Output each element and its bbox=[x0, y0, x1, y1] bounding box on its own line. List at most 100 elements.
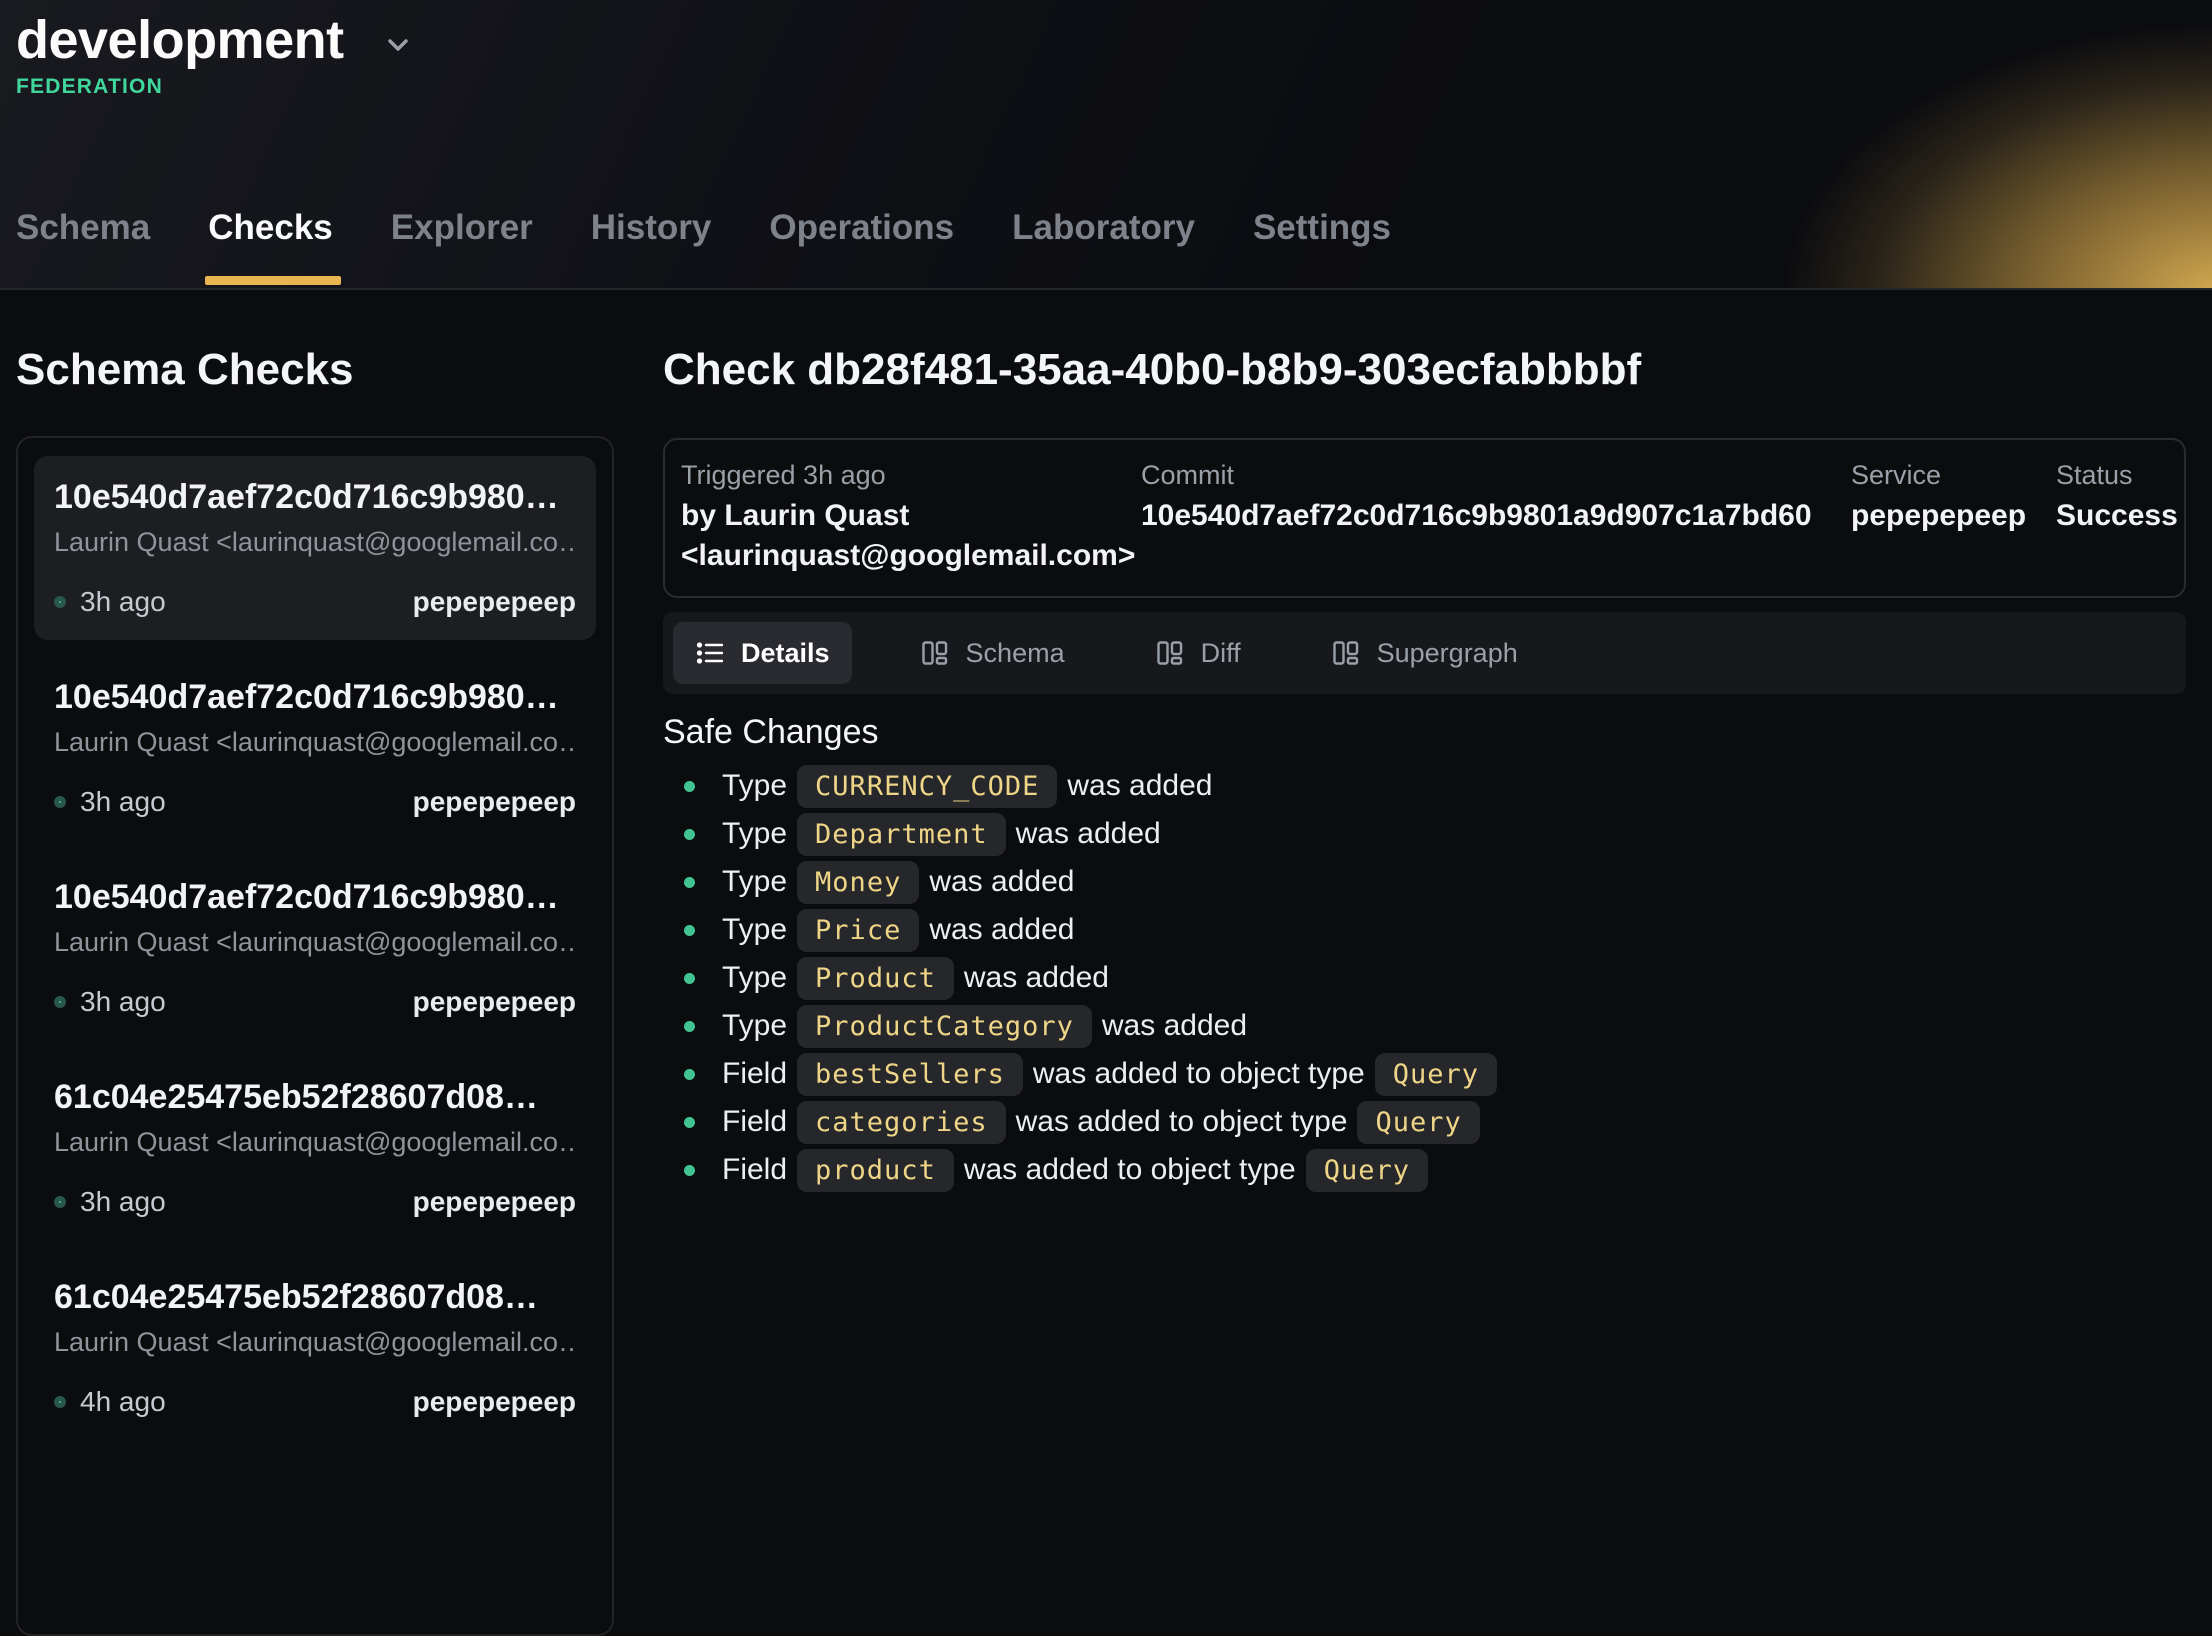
change-target-badge: Query bbox=[1375, 1053, 1497, 1096]
check-meta: 3h ago pepepepeep bbox=[54, 986, 576, 1018]
change-row: Field product was added to object type Q… bbox=[663, 1146, 2186, 1194]
change-kind: Field bbox=[722, 1057, 787, 1091]
tab-settings[interactable]: Settings bbox=[1253, 208, 1391, 288]
bullet-icon bbox=[684, 1021, 695, 1032]
change-action: was added to object type bbox=[1016, 1105, 1348, 1139]
tab-laboratory[interactable]: Laboratory bbox=[1012, 208, 1195, 288]
list-icon bbox=[695, 638, 725, 668]
subtab-details[interactable]: Details bbox=[673, 622, 852, 684]
bullet-icon bbox=[684, 1117, 695, 1128]
check-list-item[interactable]: 61c04e25475eb52f28607d08… Laurin Quast <… bbox=[34, 1256, 596, 1440]
status-dot-icon bbox=[54, 596, 66, 608]
chevron-down-icon bbox=[382, 29, 414, 61]
change-action: was added bbox=[929, 913, 1074, 947]
columns-icon bbox=[1331, 638, 1361, 668]
bullet-icon bbox=[684, 1069, 695, 1080]
change-row: Type ProductCategory was added bbox=[663, 1002, 2186, 1050]
change-kind: Type bbox=[722, 913, 787, 947]
check-service: pepepepeep bbox=[413, 986, 576, 1018]
check-service: pepepepeep bbox=[413, 1386, 576, 1418]
change-row: Type Department was added bbox=[663, 810, 2186, 858]
bullet-icon bbox=[684, 829, 695, 840]
project-type-badge: FEDERATION bbox=[16, 75, 2212, 99]
change-row: Type CURRENCY_CODE was added bbox=[663, 762, 2186, 810]
checks-list: 10e540d7aef72c0d716c9b980… Laurin Quast … bbox=[16, 436, 614, 1636]
subtab-supergraph[interactable]: Supergraph bbox=[1309, 622, 1540, 684]
check-author: Laurin Quast <laurinquast@googlemail.co… bbox=[54, 1127, 576, 1158]
columns-icon bbox=[920, 638, 950, 668]
tab-explorer[interactable]: Explorer bbox=[391, 208, 533, 288]
meta-service-value: pepepepeep bbox=[1851, 496, 2056, 536]
change-action: was added bbox=[1067, 769, 1212, 803]
subtab-label: Supergraph bbox=[1377, 638, 1518, 669]
change-name-badge: Price bbox=[797, 909, 919, 952]
check-view-tabs: Details Schema Diff Supergraph bbox=[663, 612, 2186, 694]
bullet-icon bbox=[684, 1165, 695, 1176]
check-author: Laurin Quast <laurinquast@googlemail.co… bbox=[54, 727, 576, 758]
tab-schema[interactable]: Schema bbox=[16, 208, 150, 288]
change-row: Type Price was added bbox=[663, 906, 2186, 954]
change-action: was added bbox=[1102, 1009, 1247, 1043]
change-name-badge: Money bbox=[797, 861, 919, 904]
subtab-label: Details bbox=[741, 638, 830, 669]
status-dot-icon bbox=[54, 1396, 66, 1408]
check-author: Laurin Quast <laurinquast@googlemail.co… bbox=[54, 527, 576, 558]
change-name-badge: ProductCategory bbox=[797, 1005, 1092, 1048]
meta-triggered-label: Triggered 3h ago bbox=[681, 458, 1141, 492]
meta-service-label: Service bbox=[1851, 458, 2056, 492]
project-name: development bbox=[16, 8, 344, 73]
change-name-badge: categories bbox=[797, 1101, 1006, 1144]
check-id: 10e540d7aef72c0d716c9b980… bbox=[54, 478, 576, 517]
subtab-label: Diff bbox=[1201, 638, 1241, 669]
check-meta: 3h ago pepepepeep bbox=[54, 586, 576, 618]
check-service: pepepepeep bbox=[413, 586, 576, 618]
changes-list: Type CURRENCY_CODE was added Type Depart… bbox=[663, 762, 2186, 1194]
subtab-schema[interactable]: Schema bbox=[898, 622, 1087, 684]
change-action: was added bbox=[929, 865, 1074, 899]
tab-operations[interactable]: Operations bbox=[769, 208, 954, 288]
change-kind: Field bbox=[722, 1105, 787, 1139]
project-selector[interactable]: development bbox=[0, 0, 414, 73]
section-title: Safe Changes bbox=[663, 712, 2186, 752]
tab-history[interactable]: History bbox=[591, 208, 712, 288]
status-dot-icon bbox=[54, 796, 66, 808]
meta-commit: Commit 10e540d7aef72c0d716c9b9801a9d907c… bbox=[1141, 458, 1851, 576]
meta-triggered: Triggered 3h ago by Laurin Quast <laurin… bbox=[681, 458, 1141, 576]
check-meta-card: Triggered 3h ago by Laurin Quast <laurin… bbox=[663, 438, 2186, 598]
change-action: was added to object type bbox=[1033, 1057, 1365, 1091]
change-kind: Type bbox=[722, 769, 787, 803]
tab-checks[interactable]: Checks bbox=[208, 208, 333, 288]
check-id: 61c04e25475eb52f28607d08… bbox=[54, 1278, 576, 1317]
change-name-badge: Department bbox=[797, 813, 1006, 856]
check-id: 10e540d7aef72c0d716c9b980… bbox=[54, 878, 576, 917]
change-name-badge: bestSellers bbox=[797, 1053, 1023, 1096]
check-time: 3h ago bbox=[80, 786, 166, 818]
check-time: 3h ago bbox=[80, 986, 166, 1018]
check-meta: 3h ago pepepepeep bbox=[54, 1186, 576, 1218]
change-kind: Type bbox=[722, 1009, 787, 1043]
change-row: Field bestSellers was added to object ty… bbox=[663, 1050, 2186, 1098]
check-meta: 3h ago pepepepeep bbox=[54, 786, 576, 818]
bullet-icon bbox=[684, 973, 695, 984]
check-author: Laurin Quast <laurinquast@googlemail.co… bbox=[54, 1327, 576, 1358]
check-list-item[interactable]: 61c04e25475eb52f28607d08… Laurin Quast <… bbox=[34, 1056, 596, 1240]
check-title: Check db28f481-35aa-40b0-b8b9-303ecfabbb… bbox=[663, 344, 2186, 396]
bullet-icon bbox=[684, 877, 695, 888]
check-list-item[interactable]: 10e540d7aef72c0d716c9b980… Laurin Quast … bbox=[34, 456, 596, 640]
status-badge: Success bbox=[2056, 496, 2178, 536]
meta-triggered-by: by Laurin Quast bbox=[681, 496, 1141, 536]
check-service: pepepepeep bbox=[413, 1186, 576, 1218]
check-list-item[interactable]: 10e540d7aef72c0d716c9b980… Laurin Quast … bbox=[34, 656, 596, 840]
main-nav: Schema Checks Explorer History Operation… bbox=[16, 208, 1391, 288]
subtab-diff[interactable]: Diff bbox=[1133, 622, 1263, 684]
subtab-label: Schema bbox=[966, 638, 1065, 669]
check-time: 4h ago bbox=[80, 1386, 166, 1418]
check-meta: 4h ago pepepepeep bbox=[54, 1386, 576, 1418]
check-list-item[interactable]: 10e540d7aef72c0d716c9b980… Laurin Quast … bbox=[34, 856, 596, 1040]
bullet-icon bbox=[684, 925, 695, 936]
check-detail-panel: Check db28f481-35aa-40b0-b8b9-303ecfabbb… bbox=[663, 290, 2186, 1194]
checks-sidebar: Schema Checks 10e540d7aef72c0d716c9b980…… bbox=[16, 290, 614, 1636]
check-time: 3h ago bbox=[80, 1186, 166, 1218]
meta-service: Service pepepepeep bbox=[1851, 458, 2056, 576]
change-name-badge: Product bbox=[797, 957, 954, 1000]
